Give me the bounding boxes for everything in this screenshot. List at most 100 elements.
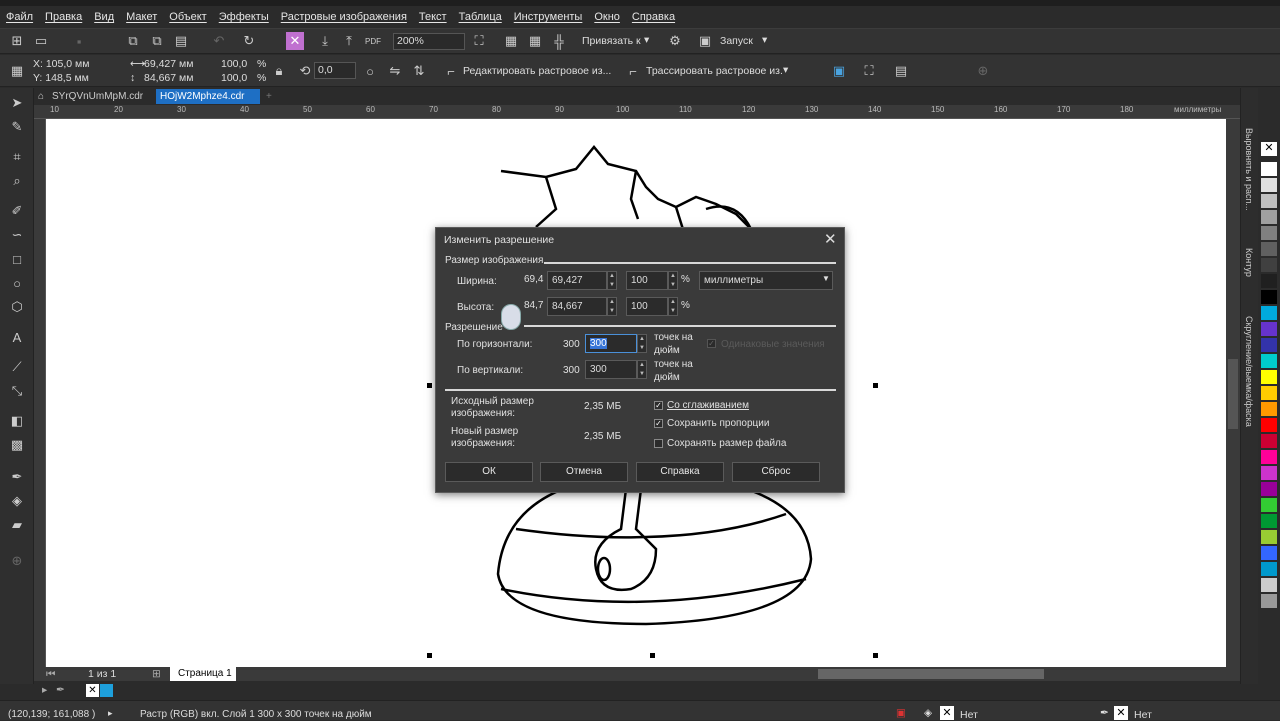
export-icon[interactable]: ⤒ (340, 32, 358, 50)
save-icon[interactable]: ▪ (70, 32, 88, 50)
artistic-media-icon[interactable]: ∽ (8, 226, 26, 244)
close-icon[interactable]: ✕ (824, 230, 837, 248)
menu-view[interactable]: Вид (94, 11, 114, 23)
color-swatch[interactable] (1261, 578, 1277, 592)
height-input[interactable]: 84,667 (547, 297, 607, 316)
color-swatch[interactable] (1261, 530, 1277, 544)
horizontal-ruler[interactable]: 10 20 30 40 50 60 70 80 90 100 110 120 1… (34, 105, 1240, 119)
edit-bitmap-button[interactable]: Редактировать растровое из... (463, 65, 611, 77)
vertical-dpi-input[interactable]: 300 (585, 360, 637, 379)
color-swatch[interactable] (1261, 162, 1277, 176)
selection-handle[interactable] (873, 383, 878, 388)
parallel-dimension-icon[interactable]: ⟋ (8, 358, 26, 376)
color-swatch[interactable] (1261, 322, 1277, 336)
object-width[interactable]: 69,427 мм (144, 58, 193, 70)
menu-object[interactable]: Объект (169, 11, 206, 23)
paste-icon[interactable]: ▤ (172, 32, 190, 50)
color-swatch[interactable] (1261, 466, 1277, 480)
selection-handle[interactable] (427, 653, 432, 658)
x-position[interactable]: X: 105,0 мм (33, 58, 89, 70)
width-percent-spinner[interactable]: ▲ ▼ (668, 271, 678, 290)
color-swatch[interactable] (1261, 562, 1277, 576)
color-swatch[interactable] (1261, 594, 1277, 608)
selection-handle[interactable] (427, 383, 432, 388)
menu-layout[interactable]: Макет (126, 11, 157, 23)
search-content-icon[interactable]: ✕ (286, 32, 304, 50)
object-origin-icon[interactable]: ▦ (8, 62, 26, 80)
menu-help[interactable]: Справка (632, 11, 675, 23)
no-color-swatch[interactable]: ✕ (1261, 142, 1277, 156)
menu-effects[interactable]: Эффекты (219, 11, 269, 23)
y-position[interactable]: Y: 148,5 мм (33, 72, 89, 84)
text-tool-icon[interactable]: A (8, 328, 26, 346)
open-folder-icon[interactable]: ▭ (32, 32, 50, 50)
color-swatch[interactable] (1261, 498, 1277, 512)
color-swatch[interactable] (1261, 210, 1277, 224)
color-swatch[interactable] (1261, 370, 1277, 384)
scale-x[interactable]: 100,0 (221, 58, 247, 70)
zoom-tool-icon[interactable]: ⌕ (8, 172, 26, 190)
fit-page-icon[interactable]: ⛶ (470, 32, 488, 50)
tab-contour[interactable]: Контур (1244, 248, 1254, 277)
color-swatch[interactable] (1261, 306, 1277, 320)
horizontal-dpi-spinner[interactable]: ▲ ▼ (637, 334, 647, 353)
color-swatch[interactable] (1261, 178, 1277, 192)
bitmap-mask-icon[interactable]: ▣ (830, 62, 848, 80)
grid-icon[interactable]: ▦ (526, 32, 544, 50)
ok-button[interactable]: ОК (445, 462, 533, 482)
vertical-scrollbar[interactable] (1226, 119, 1240, 667)
menu-bitmaps[interactable]: Растровые изображения (281, 11, 407, 23)
reset-button[interactable]: Сброс (732, 462, 820, 482)
selection-handle[interactable] (650, 653, 655, 658)
home-icon[interactable]: ⌂ (34, 88, 48, 104)
mirror-horizontal-icon[interactable]: ⇋ (386, 62, 404, 80)
units-select[interactable]: миллиметры (699, 271, 833, 290)
cut-icon[interactable]: ⧉ (124, 32, 142, 50)
width-spinner[interactable]: ▲ ▼ (607, 271, 617, 290)
menu-file[interactable]: Файл (6, 11, 33, 23)
ellipse-tool-icon[interactable]: ○ (8, 274, 26, 292)
snap-to-dropdown[interactable]: Привязать к (582, 35, 641, 47)
undo-icon[interactable]: ↶ (210, 32, 228, 50)
launch-dropdown[interactable]: Запуск (720, 35, 753, 47)
lock-icon[interactable]: 🔒︎ (270, 62, 288, 80)
color-swatch[interactable] (1261, 450, 1277, 464)
new-tab-icon[interactable]: + (262, 89, 278, 104)
menu-text[interactable]: Текст (419, 11, 447, 23)
add-tool-icon[interactable]: ⊕ (8, 552, 26, 570)
tab-document-1[interactable]: SYrQVnUmMpM.cdr (48, 89, 158, 104)
copy-icon[interactable]: ⧉ (148, 32, 166, 50)
height-percent-input[interactable]: 100 (626, 297, 668, 316)
tab-page-1[interactable]: Страница 1 (170, 667, 236, 681)
interactive-fill-icon[interactable]: ◈ (8, 492, 26, 510)
pick-tool-icon[interactable]: ➤ (8, 94, 26, 112)
keep-ratio-checkbox[interactable]: ✓ (654, 419, 663, 428)
width-input[interactable]: 69,427 (547, 271, 607, 290)
rectangle-tool-icon[interactable]: □ (8, 250, 26, 268)
resample-icon[interactable]: ⛶ (860, 62, 878, 80)
menu-window[interactable]: Окно (594, 11, 620, 23)
freehand-tool-icon[interactable]: ✐ (8, 202, 26, 220)
rulers-icon[interactable]: ▦ (502, 32, 520, 50)
add-icon[interactable]: ⊕ (974, 62, 992, 80)
horizontal-scrollbar-thumb[interactable] (818, 669, 1044, 679)
no-color-swatch[interactable]: ✕ (86, 684, 99, 697)
smart-fill-icon[interactable]: ▰ (8, 516, 26, 534)
gear-icon[interactable]: ⚙ (666, 32, 684, 50)
text-wrap-icon[interactable]: ▤ (892, 62, 910, 80)
help-button[interactable]: Справка (636, 462, 724, 482)
vertical-ruler[interactable] (34, 119, 46, 667)
tab-document-2[interactable]: HOjW2Mphze4.cdr (156, 89, 260, 104)
color-swatch[interactable] (1261, 194, 1277, 208)
height-percent-spinner[interactable]: ▲ ▼ (668, 297, 678, 316)
antialias-checkbox[interactable]: ✓ (654, 401, 663, 410)
new-document-icon[interactable]: ⊞ (8, 32, 26, 50)
color-swatch[interactable] (1261, 226, 1277, 240)
keep-filesize-checkbox[interactable] (654, 439, 663, 448)
color-swatch[interactable] (1261, 402, 1277, 416)
color-swatch[interactable] (100, 684, 113, 697)
eyedropper-icon[interactable]: ✒ (56, 684, 65, 696)
rotation-angle-input[interactable]: 0,0 (314, 62, 356, 79)
color-swatch[interactable] (1261, 258, 1277, 272)
menu-edit[interactable]: Правка (45, 11, 82, 23)
